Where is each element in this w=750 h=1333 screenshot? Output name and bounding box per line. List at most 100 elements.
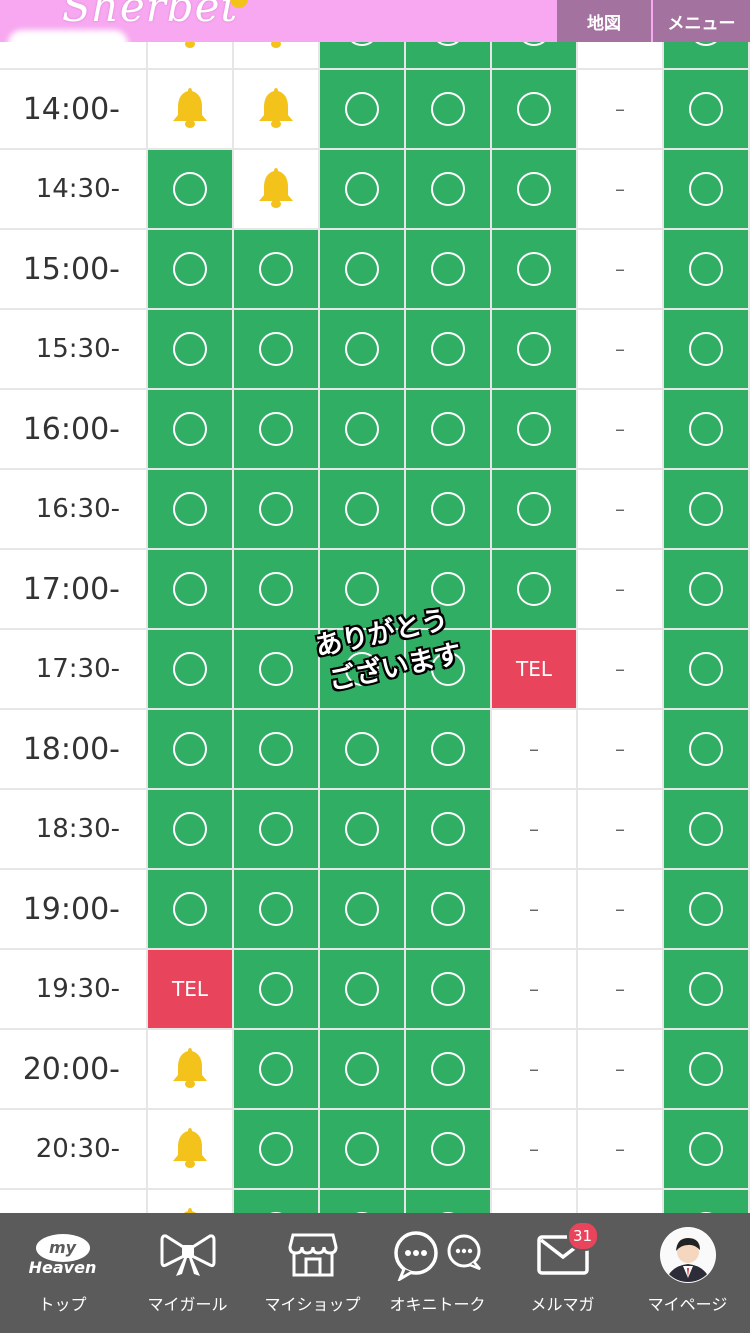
slot-available[interactable] bbox=[234, 1030, 318, 1108]
slot-available[interactable] bbox=[664, 790, 748, 868]
slot-available[interactable] bbox=[406, 710, 490, 788]
slot-available[interactable] bbox=[664, 42, 748, 68]
slot-available[interactable] bbox=[320, 42, 404, 68]
slot-available[interactable] bbox=[406, 1030, 490, 1108]
slot-available[interactable] bbox=[406, 390, 490, 468]
slot-available[interactable] bbox=[664, 230, 748, 308]
slot-available[interactable] bbox=[234, 630, 318, 708]
slot-notify[interactable] bbox=[148, 1030, 232, 1108]
unread-badge: 31 bbox=[566, 1221, 599, 1251]
slot-available[interactable] bbox=[664, 950, 748, 1028]
slot-available[interactable] bbox=[234, 1190, 318, 1213]
slot-notify[interactable] bbox=[234, 70, 318, 148]
slot-available[interactable] bbox=[664, 70, 748, 148]
slot-unavailable: – bbox=[492, 870, 576, 948]
slot-available[interactable] bbox=[234, 310, 318, 388]
slot-available[interactable] bbox=[664, 310, 748, 388]
slot-available[interactable] bbox=[320, 390, 404, 468]
slot-available[interactable] bbox=[320, 710, 404, 788]
slot-available[interactable] bbox=[148, 870, 232, 948]
slot-available[interactable] bbox=[234, 790, 318, 868]
slot-available[interactable] bbox=[664, 1190, 748, 1213]
slot-available[interactable] bbox=[406, 790, 490, 868]
slot-available[interactable] bbox=[234, 1110, 318, 1188]
nav-my-shop[interactable]: マイショップ bbox=[250, 1213, 375, 1333]
slot-available[interactable] bbox=[148, 710, 232, 788]
slot-available[interactable] bbox=[664, 870, 748, 948]
available-circle-icon bbox=[689, 1132, 723, 1166]
map-button[interactable]: 地図 bbox=[557, 0, 651, 42]
slot-available[interactable] bbox=[234, 470, 318, 548]
slot-available[interactable] bbox=[320, 150, 404, 228]
slot-available[interactable] bbox=[406, 870, 490, 948]
slot-available[interactable] bbox=[320, 1030, 404, 1108]
slot-available[interactable] bbox=[492, 470, 576, 548]
nav-okini-talk[interactable]: オキニトーク bbox=[375, 1213, 500, 1333]
slot-available[interactable] bbox=[664, 710, 748, 788]
slot-available[interactable] bbox=[406, 310, 490, 388]
time-label: 19:30- bbox=[0, 950, 146, 1028]
slot-available[interactable] bbox=[406, 150, 490, 228]
slot-available[interactable] bbox=[320, 870, 404, 948]
slot-available[interactable] bbox=[664, 630, 748, 708]
slot-available[interactable] bbox=[664, 470, 748, 548]
slot-available[interactable] bbox=[492, 550, 576, 628]
slot-available[interactable] bbox=[234, 230, 318, 308]
slot-available[interactable] bbox=[664, 1030, 748, 1108]
dash-mark: – bbox=[615, 97, 625, 121]
slot-available[interactable] bbox=[148, 310, 232, 388]
slot-available[interactable] bbox=[406, 1190, 490, 1213]
slot-notify[interactable] bbox=[148, 1190, 232, 1213]
slot-available[interactable] bbox=[406, 950, 490, 1028]
slot-available[interactable] bbox=[664, 390, 748, 468]
slot-available[interactable] bbox=[234, 390, 318, 468]
menu-button[interactable]: メニュー bbox=[653, 0, 750, 42]
slot-available[interactable] bbox=[406, 1110, 490, 1188]
shop-logo[interactable]: Sherbet bbox=[62, 0, 238, 31]
nav-top[interactable]: my Heaven トップ bbox=[0, 1213, 125, 1333]
slot-available[interactable] bbox=[148, 230, 232, 308]
slot-available[interactable] bbox=[492, 310, 576, 388]
slot-available[interactable] bbox=[664, 1110, 748, 1188]
slot-available[interactable] bbox=[320, 1110, 404, 1188]
slot-available[interactable] bbox=[148, 630, 232, 708]
slot-notify[interactable] bbox=[234, 42, 318, 68]
slot-available[interactable] bbox=[406, 42, 490, 68]
slot-available[interactable] bbox=[234, 950, 318, 1028]
slot-available[interactable] bbox=[320, 950, 404, 1028]
nav-mail-magazine[interactable]: 31 メルマガ bbox=[500, 1213, 625, 1333]
slot-available[interactable] bbox=[148, 550, 232, 628]
slot-tel[interactable]: TEL bbox=[492, 630, 576, 708]
slot-available[interactable] bbox=[320, 470, 404, 548]
slot-available[interactable] bbox=[148, 150, 232, 228]
slot-available[interactable] bbox=[320, 70, 404, 148]
slot-available[interactable] bbox=[406, 470, 490, 548]
slot-notify[interactable] bbox=[148, 1110, 232, 1188]
nav-my-girl[interactable]: マイガール bbox=[125, 1213, 250, 1333]
slot-available[interactable] bbox=[406, 70, 490, 148]
slot-available[interactable] bbox=[492, 150, 576, 228]
slot-available[interactable] bbox=[320, 230, 404, 308]
slot-available[interactable] bbox=[492, 230, 576, 308]
slot-tel[interactable]: TEL bbox=[148, 950, 232, 1028]
slot-available[interactable] bbox=[148, 470, 232, 548]
slot-notify[interactable] bbox=[148, 42, 232, 68]
slot-available[interactable] bbox=[320, 790, 404, 868]
nav-my-page[interactable]: マイページ bbox=[625, 1213, 750, 1333]
slot-available[interactable] bbox=[406, 230, 490, 308]
slot-available[interactable] bbox=[320, 1190, 404, 1213]
slot-available[interactable] bbox=[664, 550, 748, 628]
slot-available[interactable] bbox=[664, 150, 748, 228]
slot-available[interactable] bbox=[148, 790, 232, 868]
slot-available[interactable] bbox=[492, 70, 576, 148]
slot-available[interactable] bbox=[234, 870, 318, 948]
slot-available[interactable] bbox=[234, 710, 318, 788]
slot-available[interactable] bbox=[148, 390, 232, 468]
slot-notify[interactable] bbox=[234, 150, 318, 228]
slot-notify[interactable] bbox=[148, 70, 232, 148]
slot-available[interactable] bbox=[234, 550, 318, 628]
slot-available[interactable] bbox=[492, 390, 576, 468]
slot-available[interactable] bbox=[492, 42, 576, 68]
slot-available[interactable] bbox=[320, 310, 404, 388]
slot-unavailable: – bbox=[578, 710, 662, 788]
